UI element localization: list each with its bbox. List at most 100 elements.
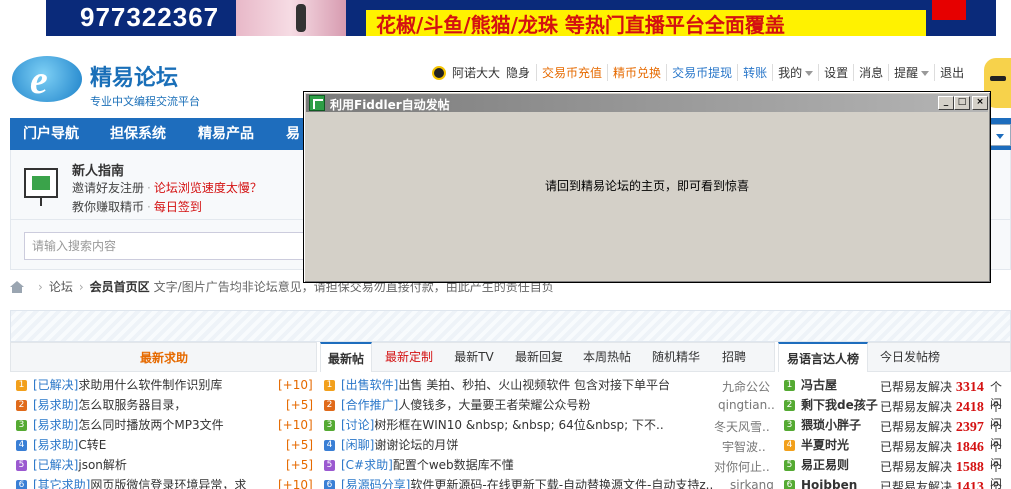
link-withdraw[interactable]: 交易币提现 xyxy=(666,64,737,81)
list-item[interactable]: 1 冯古屋 xyxy=(784,375,837,395)
earn-coins-link[interactable]: 教你赚取精币 xyxy=(72,200,144,214)
rank-3-icon: 3 xyxy=(784,419,795,431)
search-input[interactable]: 请输入搜索内容 xyxy=(24,232,314,260)
tab-expert-rank[interactable]: 易语言达人榜 xyxy=(778,342,868,372)
list-item[interactable]: 6 [易源码分享] 软件更新源码-在线更新下载-自动替换源文件-自动支持z.. xyxy=(324,475,714,489)
breadcrumb-forum[interactable]: 论坛 xyxy=(49,278,73,295)
maximize-button[interactable]: □ xyxy=(954,96,970,110)
rank-6-icon: 6 xyxy=(324,479,335,489)
nav-escrow[interactable]: 担保系统 xyxy=(110,118,166,150)
rank-1-icon: 1 xyxy=(784,379,795,391)
tab-latest-tv[interactable]: 最新TV xyxy=(446,342,502,372)
post-author[interactable]: 冬天风雪.. xyxy=(714,418,774,435)
solved-count: 已帮易友解决 3314 xyxy=(880,380,984,395)
reward-points: [+5] xyxy=(286,398,314,412)
home-icon[interactable] xyxy=(10,280,24,293)
list-item[interactable]: 4 [闲聊] 谢谢论坛的月饼 xyxy=(324,435,694,455)
nav-more[interactable]: 易 xyxy=(286,118,300,150)
reward-points: [+5] xyxy=(286,458,314,472)
tab-today-posts[interactable]: 今日发帖榜 xyxy=(872,342,948,372)
post-author[interactable]: 对你何止.. xyxy=(714,458,774,475)
link-messages[interactable]: 消息 xyxy=(853,64,888,81)
list-item[interactable]: 3 [易求助] 怎么同时播放两个MP3文件 xyxy=(16,415,224,435)
rank-4-icon: 4 xyxy=(784,439,795,451)
menu-mine[interactable]: 我的 xyxy=(772,64,818,81)
rank-2-icon: 2 xyxy=(784,399,795,411)
nav-products[interactable]: 精易产品 xyxy=(198,118,254,150)
username-link[interactable]: 阿诺大大 xyxy=(452,64,500,81)
rank-5-icon: 5 xyxy=(784,459,795,471)
link-logout[interactable]: 退出 xyxy=(934,64,969,81)
list-item[interactable]: 6 [其它求助] 网页版微信登录环境异常，求 xyxy=(16,475,246,489)
list-item[interactable]: 5 [已解决] json解析 xyxy=(16,455,127,475)
banner-image xyxy=(236,0,346,36)
link-recharge[interactable]: 交易币充值 xyxy=(536,64,607,81)
post-author[interactable]: 九命公公 xyxy=(722,378,774,395)
daily-checkin-link[interactable]: 每日签到 xyxy=(154,200,202,214)
link-settings[interactable]: 设置 xyxy=(818,64,853,81)
list-item[interactable]: 6 Hoibben xyxy=(784,475,857,489)
logo-name[interactable]: 精易论坛 xyxy=(90,60,178,92)
menu-mine-label: 我的 xyxy=(778,66,803,80)
rank-1-icon: 1 xyxy=(16,379,27,391)
tab-jobs[interactable]: 招聘 xyxy=(714,342,754,372)
solved-count: 已帮易友解决 1588 xyxy=(880,460,984,475)
rank-5-icon: 5 xyxy=(324,459,335,471)
rank-1-icon: 1 xyxy=(324,379,335,391)
list-item[interactable]: 3 [讨论] 树形框在WIN10 &nbsp; &nbsp; 64位&nbsp; 下… xyxy=(324,415,694,435)
guide-line-1: 邀请好友注册 · 论坛浏览速度太慢？ xyxy=(72,181,262,195)
tab-weekly-hot[interactable]: 本周热帖 xyxy=(576,342,638,372)
rank-6-icon: 6 xyxy=(16,479,27,489)
fiddler-dialog-window[interactable]: 利用Fiddler自动发帖 _ □ × 请回到精易论坛的主页，即可看到惊喜 xyxy=(303,91,991,283)
list-item[interactable]: 2 剩下我de孩子 xyxy=(784,395,878,415)
tab-random-featured[interactable]: 随机精华 xyxy=(644,342,708,372)
solved-count: 已帮易友解决 1846 xyxy=(880,440,984,455)
list-item[interactable]: 2 [易求助] 怎么取服务器目录， xyxy=(16,395,186,415)
solved-count: 已帮易友解决 2418 xyxy=(880,400,984,415)
menu-reminders[interactable]: 提醒 xyxy=(888,64,934,81)
list-item[interactable]: 3 猥琐小胖子 xyxy=(784,415,861,435)
minimize-button[interactable]: _ xyxy=(938,96,954,110)
guide-title: 新人指南 xyxy=(72,164,125,179)
post-author[interactable]: sirkang xyxy=(730,478,774,489)
breadcrumb-section[interactable]: 会员首页区 xyxy=(90,278,150,295)
list-item[interactable]: 5 易正易则 xyxy=(784,455,849,475)
solved-count: 已帮易友解决 1413 xyxy=(880,480,984,489)
list-item[interactable]: 4 [易求助] C转E xyxy=(16,435,106,455)
guide-line-2: 教你赚取精币 · 每日签到 xyxy=(72,200,202,214)
list-item[interactable]: 4 半夏时光 xyxy=(784,435,849,455)
rank-4-icon: 4 xyxy=(16,439,27,451)
chevron-down-icon xyxy=(996,134,1004,139)
close-button[interactable]: × xyxy=(972,96,988,110)
nav-dropdown[interactable] xyxy=(990,124,1011,146)
slow-browsing-link[interactable]: 论坛浏览速度太慢？ xyxy=(154,181,262,195)
banner-corner-badge xyxy=(932,0,966,20)
post-author[interactable]: 宇智波.. xyxy=(722,438,774,455)
left-panel-title[interactable]: 最新求助 xyxy=(140,349,188,366)
top-ad-banner[interactable]: 977322367 花椒/斗鱼/熊猫/龙珠 等热门直播平台全面覆盖 xyxy=(46,0,996,36)
tab-latest-posts[interactable]: 最新帖 xyxy=(320,342,372,372)
menu-reminders-label: 提醒 xyxy=(894,66,919,80)
tab-latest-custom[interactable]: 最新定制 xyxy=(378,342,440,372)
invisible-toggle[interactable]: 隐身 xyxy=(506,64,530,81)
list-item[interactable]: 2 [合作推广] 人傻钱多，大量要王者荣耀公众号粉 xyxy=(324,395,694,415)
rank-2-icon: 2 xyxy=(16,399,27,411)
dialog-message: 请回到精易论坛的主页，即可看到惊喜 xyxy=(544,179,749,193)
tab-latest-replies[interactable]: 最新回复 xyxy=(508,342,570,372)
qq-penguin-icon xyxy=(432,65,446,80)
link-exchange[interactable]: 精币兑换 xyxy=(607,64,666,81)
dialog-titlebar[interactable]: 利用Fiddler自动发帖 _ □ × xyxy=(306,94,988,112)
app-icon xyxy=(309,95,325,111)
nav-portal[interactable]: 门户导航 xyxy=(23,118,79,150)
invite-friends-link[interactable]: 邀请好友注册 xyxy=(72,181,144,195)
microphone-icon xyxy=(296,4,306,32)
list-item[interactable]: 1 [出售软件] 出售 美拍、秒拍、火山视频软件 包含对接下单平台 xyxy=(324,375,694,395)
chevron-down-icon xyxy=(805,71,814,76)
post-author[interactable]: qingtian.. xyxy=(718,398,774,412)
solved-count: 已帮易友解决 2397 xyxy=(880,420,984,435)
list-item[interactable]: 1 [已解决] 求助用什么软件制作识别库 xyxy=(16,375,222,395)
reward-points: [+10] xyxy=(278,378,313,392)
link-transfer[interactable]: 转账 xyxy=(737,64,772,81)
projector-icon xyxy=(24,168,58,206)
list-item[interactable]: 5 [C#求助] 配置个web数据库不懂 xyxy=(324,455,694,475)
